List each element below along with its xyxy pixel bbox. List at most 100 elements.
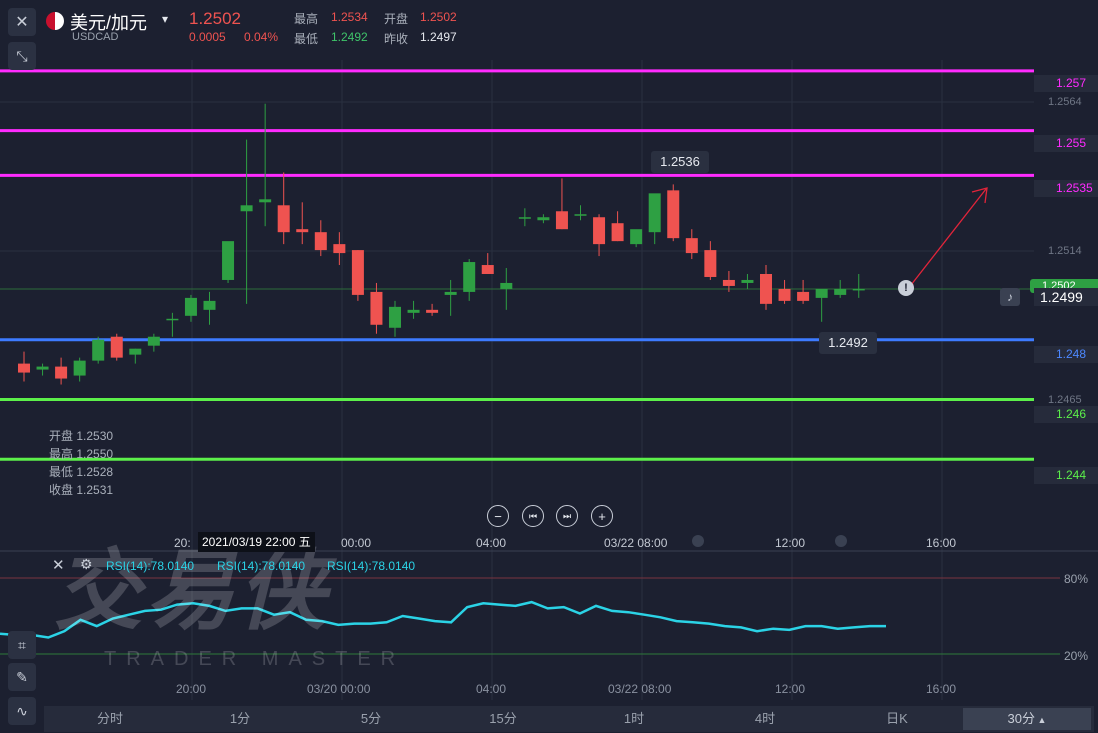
tab-30min-active[interactable]: 30分 ▲ (963, 708, 1091, 730)
candle (444, 279, 457, 316)
candle (760, 265, 772, 310)
level-label-12535[interactable]: 1.2535 (1034, 180, 1098, 197)
ohlc-close: 收盘 1.2531 (49, 483, 114, 497)
high-tooltip: 1.2536 (651, 151, 709, 173)
low-label: 最低 (294, 32, 319, 46)
candle (147, 333, 160, 352)
candle (259, 103, 272, 227)
candle (685, 229, 698, 260)
candle (778, 279, 791, 304)
candle (648, 193, 661, 245)
candle (166, 312, 179, 337)
tab-5min[interactable]: 5分 (331, 708, 411, 730)
trend-arrow[interactable] (908, 187, 988, 288)
scroll-start-button[interactable]: ⏮ (522, 505, 544, 527)
level-label-1255[interactable]: 1.255 (1034, 135, 1098, 152)
zoom-in-button[interactable]: + (591, 505, 613, 527)
info-marker-icon[interactable]: ! (898, 280, 914, 296)
last-price: 1.2502 (189, 9, 241, 28)
rsi-time-tick: 03/22 08:00 (608, 682, 672, 696)
price-change: 0.0005 (189, 30, 226, 44)
candle (463, 259, 476, 301)
level-label-1248[interactable]: 1.248 (1034, 346, 1098, 363)
pencil-icon[interactable]: ✎ (8, 663, 36, 691)
rsi-value-label: RSI(14):78.0140 (106, 559, 195, 573)
candle (370, 282, 383, 334)
candlesticks (18, 103, 865, 385)
candle (407, 300, 420, 319)
candle (351, 250, 364, 301)
scroll-end-button[interactable]: ⏭ (556, 505, 578, 527)
rsi-level-20-label: 20% (1064, 649, 1089, 663)
price-axis-tick: 1.2564 (1048, 96, 1082, 108)
close-button[interactable]: ✕ (8, 8, 36, 36)
candle (537, 214, 550, 224)
candle (426, 303, 439, 316)
rsi-value-label: RSI(14):78.0140 (327, 559, 416, 573)
ohlc-high: 最高 1.2550 (49, 447, 114, 461)
open-label: 开盘 (384, 12, 409, 26)
candle (92, 336, 105, 364)
alert-bell-icon[interactable]: ♪ (1000, 288, 1020, 306)
indicator-icon[interactable]: ∿ (8, 697, 36, 725)
time-axis-tick: 12:00 (775, 536, 806, 550)
low-value: 1.2492 (331, 30, 368, 44)
crosshair-toggle-icon[interactable]: ⌗ (8, 631, 36, 659)
indicator-settings-icon[interactable]: ⚙ (80, 556, 93, 573)
time-axis-tick: 04:00 (476, 536, 507, 550)
candle (55, 357, 68, 385)
candle (611, 211, 624, 242)
price-change-pct: 0.04% (244, 30, 279, 44)
collapse-icon[interactable]: ⤡ (8, 42, 36, 70)
current-price-alert-tag[interactable]: 1.2499 (1034, 288, 1098, 306)
candle (630, 229, 643, 248)
candle (574, 205, 587, 221)
candle (852, 273, 865, 298)
tab-daily[interactable]: 日K (857, 708, 937, 730)
level-label-1244[interactable]: 1.244 (1034, 467, 1098, 484)
time-marker-icon (692, 535, 704, 547)
tab-4hour[interactable]: 4时 (725, 708, 805, 730)
candle (389, 300, 401, 337)
candle (203, 291, 216, 325)
prev-close-value: 1.2497 (420, 30, 457, 44)
dropdown-icon[interactable]: ▾ (162, 12, 168, 26)
tab-1hour[interactable]: 1时 (594, 708, 674, 730)
candle (296, 202, 309, 245)
candle (704, 241, 717, 280)
rsi-level-80-label: 80% (1064, 572, 1089, 586)
candle (129, 348, 142, 364)
rsi-value-label: RSI(14):78.0140 (217, 559, 306, 573)
candle (815, 288, 828, 322)
prev-close-label: 昨收 (384, 32, 409, 46)
candle (18, 351, 30, 382)
rsi-time-tick: 16:00 (926, 682, 957, 696)
horizontal-levels[interactable] (0, 69, 1034, 461)
tab-1min[interactable]: 1分 (200, 708, 280, 730)
price-axis-tick: 1.2514 (1048, 245, 1082, 257)
candle (333, 232, 346, 266)
candle (797, 279, 810, 304)
rsi-time-tick: 04:00 (476, 682, 507, 696)
candle (73, 357, 86, 382)
time-axis-tick: 00:00 (341, 536, 372, 550)
low-tooltip: 1.2492 (819, 332, 877, 354)
tab-dropdown-icon: ▲ (1035, 715, 1047, 725)
flag-icon (46, 12, 64, 30)
tab-15min[interactable]: 15分 (463, 708, 543, 730)
candle (222, 241, 235, 283)
time-axis-tick: 03/22 08:00 (604, 536, 668, 550)
ohlc-open: 开盘 1.2530 (49, 429, 114, 443)
candle (240, 139, 253, 304)
zoom-out-button[interactable]: − (487, 505, 509, 527)
level-label-1257[interactable]: 1.257 (1034, 75, 1098, 92)
time-axis-tick: 20: (174, 536, 191, 550)
candle (184, 294, 197, 322)
rsi-time-tick: 12:00 (775, 682, 806, 696)
level-label-1246[interactable]: 1.246 (1034, 406, 1098, 423)
price-axis-tick: 1.2465 (1048, 394, 1082, 406)
tab-fenshi[interactable]: 分时 (70, 708, 150, 730)
rsi-time-tick: 03/20 00:00 (307, 682, 371, 696)
close-indicator-icon[interactable]: ✕ (52, 556, 65, 574)
rsi-time-tick: 20:00 (176, 682, 207, 696)
